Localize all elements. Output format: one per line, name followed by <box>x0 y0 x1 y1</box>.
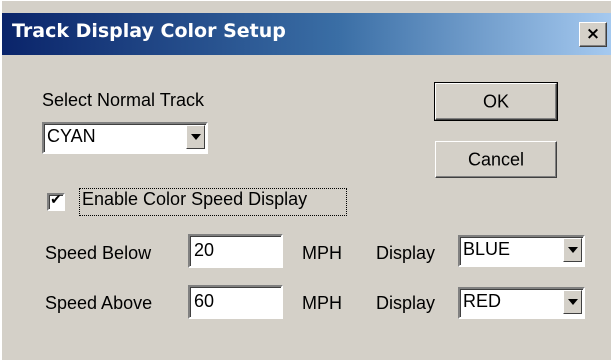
ok-button[interactable]: OK <box>434 82 558 121</box>
speed-above-input[interactable]: 60 <box>188 285 283 319</box>
speed-below-color-value: BLUE <box>463 239 511 259</box>
track-display-color-setup-dialog: Track Display Color Setup × Select Norma… <box>0 0 611 360</box>
close-button[interactable]: × <box>579 22 607 47</box>
speed-below-display-label: Display <box>376 243 436 263</box>
title-bar[interactable]: Track Display Color Setup × <box>2 13 611 55</box>
window-title: Track Display Color Setup <box>12 20 286 42</box>
normal-track-select[interactable]: CYAN <box>42 122 208 154</box>
speed-above-value: 60 <box>194 291 215 311</box>
chevron-down-icon <box>568 299 578 305</box>
chevron-down-icon <box>191 134 201 140</box>
speed-above-color-value: RED <box>463 291 502 311</box>
speed-below-input[interactable]: 20 <box>188 234 283 268</box>
checkmark-icon: ✔ <box>50 192 62 208</box>
cancel-button-label: Cancel <box>467 149 525 169</box>
speed-above-color-select[interactable]: RED <box>458 287 585 319</box>
speed-above-label: Speed Above <box>45 293 153 313</box>
ok-button-label: OK <box>482 91 509 111</box>
normal-track-label: Select Normal Track <box>42 90 205 110</box>
normal-track-value: CYAN <box>47 126 96 146</box>
speed-below-color-select[interactable]: BLUE <box>458 235 585 267</box>
speed-above-dropdown-button[interactable] <box>563 290 582 314</box>
enable-color-speed-label[interactable]: Enable Color Speed Display <box>82 189 307 210</box>
speed-below-unit: MPH <box>302 243 342 263</box>
speed-below-value: 20 <box>194 240 215 260</box>
close-icon: × <box>585 24 601 44</box>
speed-above-unit: MPH <box>302 293 342 313</box>
enable-color-speed-checkbox[interactable]: ✔ <box>47 192 65 211</box>
speed-below-dropdown-button[interactable] <box>563 238 582 262</box>
chevron-down-icon <box>568 247 578 253</box>
speed-below-label: Speed Below <box>45 243 152 263</box>
normal-track-dropdown-button[interactable] <box>186 125 205 149</box>
cancel-button[interactable]: Cancel <box>435 141 557 178</box>
speed-above-display-label: Display <box>376 293 436 313</box>
